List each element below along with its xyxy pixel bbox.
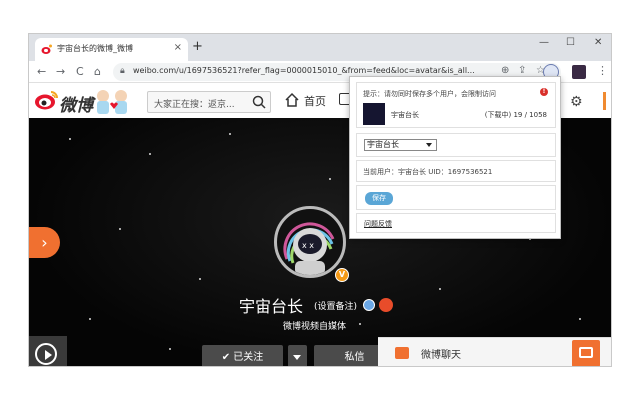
- level-badge-icon[interactable]: [363, 299, 375, 311]
- weibo-logo-text[interactable]: 微博: [59, 91, 93, 116]
- browser-tab[interactable]: 宇宙台长的微博_微博 ×: [35, 38, 188, 61]
- fan-badge-icon[interactable]: [379, 298, 393, 312]
- menu-icon[interactable]: ⋮: [597, 64, 608, 77]
- popup-user-name: 宇宙台长: [391, 111, 419, 119]
- minimize-icon[interactable]: —: [539, 37, 549, 48]
- followed-button[interactable]: ✔ 已关注: [202, 345, 283, 366]
- weibo-favicon-icon: [41, 44, 52, 54]
- popup-hint: 提示：请勿同时保存多个用户，会限制访问: [363, 90, 496, 98]
- chat-label: 微博聊天: [421, 350, 461, 361]
- profile-avatar-icon[interactable]: [572, 65, 586, 79]
- alert-icon: !: [540, 88, 548, 96]
- nav-home-link[interactable]: 首页: [304, 93, 326, 109]
- browser-window: 宇宙台长的微博_微博 × + — ☐ ✕ ← → C ⌂ 🔒︎ weibo.co…: [28, 33, 612, 367]
- home-button-icon[interactable]: ⌂: [94, 65, 101, 78]
- follow-dropdown-button[interactable]: [288, 345, 307, 366]
- chat-bubble-icon: [579, 347, 593, 358]
- zoom-icon[interactable]: ⊕: [501, 65, 509, 76]
- popup-current-section: 当前用户：宇宙台长 UID：1697536521: [356, 160, 556, 182]
- set-remark-link[interactable]: (设置备注): [314, 299, 357, 312]
- play-video-button[interactable]: [29, 336, 67, 366]
- search-icon[interactable]: [252, 95, 266, 109]
- current-user-info: 当前用户：宇宙台长 UID：1697536521: [363, 168, 493, 176]
- popup-save-section: 保存: [356, 185, 556, 210]
- popup-feedback-section: 问题反馈: [356, 213, 556, 233]
- save-button[interactable]: 保存: [365, 192, 393, 205]
- extension-popup: 提示：请勿同时保存多个用户，会限制访问 ! 宇宙台长 (下载中) 19 / 10…: [349, 76, 561, 239]
- close-window-icon[interactable]: ✕: [594, 37, 602, 48]
- new-tab-button[interactable]: +: [192, 39, 203, 54]
- chat-mail-icon: [395, 347, 409, 359]
- tab-strip: 宇宙台长的微博_微博 × + — ☐ ✕: [29, 34, 611, 61]
- popup-status-section: 提示：请勿同时保存多个用户，会限制访问 ! 宇宙台长 (下载中) 19 / 10…: [356, 82, 556, 128]
- share-icon[interactable]: ⇪: [518, 65, 526, 76]
- chat-open-button[interactable]: [572, 340, 600, 366]
- astronaut-avatar-icon: x x: [283, 222, 335, 275]
- verified-badge-icon: V: [335, 268, 349, 282]
- maximize-icon[interactable]: ☐: [566, 37, 575, 48]
- download-progress: (下载中) 19 / 1058: [484, 111, 547, 119]
- search-placeholder: 大家正在搜：返京...: [154, 100, 235, 110]
- popup-select-section: 宇宙台长: [356, 133, 556, 157]
- play-icon: [35, 343, 57, 365]
- forward-icon[interactable]: →: [56, 65, 65, 78]
- profile-username: 宇宙台长: [239, 297, 304, 316]
- back-icon[interactable]: ←: [37, 65, 46, 78]
- tab-title: 宇宙台长的微博_微博: [57, 44, 133, 53]
- profile-bio: 微博视频自媒体: [283, 322, 347, 332]
- reload-icon[interactable]: C: [76, 65, 84, 78]
- feedback-link[interactable]: 问题反馈: [364, 219, 392, 229]
- mascot-doctor-icon: [97, 90, 127, 114]
- weibo-logo-icon[interactable]: [34, 89, 60, 111]
- home-icon[interactable]: [284, 92, 300, 108]
- user-thumbnail: [363, 103, 385, 125]
- url-text[interactable]: weibo.com/u/1697536521?refer_flag=000001…: [133, 66, 485, 75]
- search-input[interactable]: 大家正在搜：返京...: [147, 91, 271, 113]
- user-select[interactable]: 宇宙台长: [364, 139, 437, 151]
- lock-icon: 🔒︎: [120, 66, 125, 76]
- side-expand-arrow[interactable]: ›: [29, 227, 60, 258]
- tab-close-icon[interactable]: ×: [174, 42, 182, 53]
- svg-text:x x: x x: [302, 241, 314, 250]
- select-arrow-icon: [426, 143, 432, 147]
- user-select-value: 宇宙台长: [367, 140, 399, 149]
- settings-gear-icon[interactable]: ⚙: [570, 94, 583, 110]
- weibo-chat-bar[interactable]: 微博聊天: [378, 337, 611, 366]
- profile-avatar[interactable]: x x: [274, 206, 346, 278]
- accent-strip: [603, 92, 606, 110]
